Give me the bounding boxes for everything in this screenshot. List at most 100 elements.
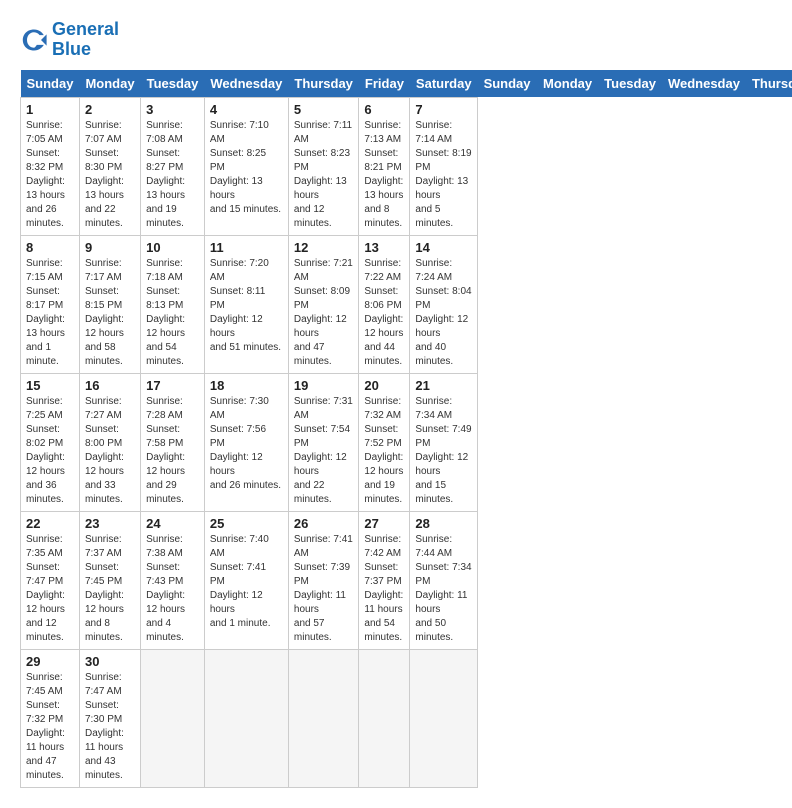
day-info: Sunrise: 7:07 AM Sunset: 8:30 PM Dayligh… xyxy=(85,119,135,231)
header-day-tuesday: Tuesday xyxy=(141,70,205,98)
day-info: Sunrise: 7:14 AM Sunset: 8:19 PM Dayligh… xyxy=(415,119,472,231)
day-number: 30 xyxy=(85,654,135,669)
day-number: 7 xyxy=(415,102,472,117)
calendar-cell: 15Sunrise: 7:25 AM Sunset: 8:02 PM Dayli… xyxy=(21,373,80,511)
day-info: Sunrise: 7:24 AM Sunset: 8:04 PM Dayligh… xyxy=(415,257,472,369)
day-info: Sunrise: 7:35 AM Sunset: 7:47 PM Dayligh… xyxy=(26,533,74,645)
calendar-cell: 10Sunrise: 7:18 AM Sunset: 8:13 PM Dayli… xyxy=(141,235,205,373)
logo-text: General Blue xyxy=(52,20,119,60)
day-info: Sunrise: 7:08 AM Sunset: 8:27 PM Dayligh… xyxy=(146,119,199,231)
calendar-cell xyxy=(410,649,478,787)
day-info: Sunrise: 7:20 AM Sunset: 8:11 PM Dayligh… xyxy=(210,257,283,355)
calendar-cell: 7 Sunrise: 7:14 AM Sunset: 8:19 PM Daylig… xyxy=(410,97,478,235)
day-info: Sunrise: 7:45 AM Sunset: 7:32 PM Dayligh… xyxy=(26,671,74,783)
calendar-cell: 26 Sunrise: 7:41 AM Sunset: 7:39 PM Dayli… xyxy=(288,511,359,649)
day-number: 19 xyxy=(294,378,354,393)
calendar-cell: 8 Sunrise: 7:15 AM Sunset: 8:17 PM Daylig… xyxy=(21,235,80,373)
day-info: Sunrise: 7:38 AM Sunset: 7:43 PM Dayligh… xyxy=(146,533,199,645)
day-number: 25 xyxy=(210,516,283,531)
day-info: Sunrise: 7:47 AM Sunset: 7:30 PM Dayligh… xyxy=(85,671,135,783)
day-number: 5 xyxy=(294,102,354,117)
week-row-5: 29 Sunrise: 7:45 AM Sunset: 7:32 PM Dayli… xyxy=(21,649,792,787)
calendar-cell: 13Sunrise: 7:22 AM Sunset: 8:06 PM Dayli… xyxy=(359,235,410,373)
header-day-sunday: Sunday xyxy=(478,70,537,98)
day-info: Sunrise: 7:27 AM Sunset: 8:00 PM Dayligh… xyxy=(85,395,135,507)
header-day-tuesday: Tuesday xyxy=(598,70,662,98)
calendar-cell: 12Sunrise: 7:21 AM Sunset: 8:09 PM Dayli… xyxy=(288,235,359,373)
calendar-cell: 24 Sunrise: 7:38 AM Sunset: 7:43 PM Dayli… xyxy=(141,511,205,649)
header-day-wednesday: Wednesday xyxy=(204,70,288,98)
day-number: 4 xyxy=(210,102,283,117)
calendar-cell: 18Sunrise: 7:30 AM Sunset: 7:56 PM Dayli… xyxy=(204,373,288,511)
day-number: 18 xyxy=(210,378,283,393)
day-number: 28 xyxy=(415,516,472,531)
day-number: 22 xyxy=(26,516,74,531)
day-info: Sunrise: 7:44 AM Sunset: 7:34 PM Dayligh… xyxy=(415,533,472,645)
week-row-1: 1Sunrise: 7:05 AM Sunset: 8:32 PM Daylig… xyxy=(21,97,792,235)
day-info: Sunrise: 7:40 AM Sunset: 7:41 PM Dayligh… xyxy=(210,533,283,631)
day-number: 27 xyxy=(364,516,404,531)
calendar-cell: 2 Sunrise: 7:07 AM Sunset: 8:30 PM Daylig… xyxy=(79,97,140,235)
day-info: Sunrise: 7:18 AM Sunset: 8:13 PM Dayligh… xyxy=(146,257,199,369)
calendar-cell xyxy=(359,649,410,787)
day-number: 3 xyxy=(146,102,199,117)
calendar-cell: 22 Sunrise: 7:35 AM Sunset: 7:47 PM Dayli… xyxy=(21,511,80,649)
day-info: Sunrise: 7:15 AM Sunset: 8:17 PM Dayligh… xyxy=(26,257,74,369)
day-info: Sunrise: 7:21 AM Sunset: 8:09 PM Dayligh… xyxy=(294,257,354,369)
day-info: Sunrise: 7:31 AM Sunset: 7:54 PM Dayligh… xyxy=(294,395,354,507)
day-number: 26 xyxy=(294,516,354,531)
day-number: 23 xyxy=(85,516,135,531)
logo: General Blue xyxy=(20,20,119,60)
day-info: Sunrise: 7:11 AM Sunset: 8:23 PM Dayligh… xyxy=(294,119,354,231)
day-info: Sunrise: 7:37 AM Sunset: 7:45 PM Dayligh… xyxy=(85,533,135,645)
calendar-cell: 27 Sunrise: 7:42 AM Sunset: 7:37 PM Dayli… xyxy=(359,511,410,649)
page-header: General Blue xyxy=(20,20,772,60)
calendar-cell: 5 Sunrise: 7:11 AM Sunset: 8:23 PM Daylig… xyxy=(288,97,359,235)
calendar-cell: 9Sunrise: 7:17 AM Sunset: 8:15 PM Daylig… xyxy=(79,235,140,373)
day-number: 24 xyxy=(146,516,199,531)
header-day-monday: Monday xyxy=(79,70,140,98)
day-number: 6 xyxy=(364,102,404,117)
calendar-cell: 25 Sunrise: 7:40 AM Sunset: 7:41 PM Dayli… xyxy=(204,511,288,649)
calendar-cell: 1Sunrise: 7:05 AM Sunset: 8:32 PM Daylig… xyxy=(21,97,80,235)
calendar-cell: 21Sunrise: 7:34 AM Sunset: 7:49 PM Dayli… xyxy=(410,373,478,511)
day-info: Sunrise: 7:28 AM Sunset: 7:58 PM Dayligh… xyxy=(146,395,199,507)
week-row-4: 22 Sunrise: 7:35 AM Sunset: 7:47 PM Dayli… xyxy=(21,511,792,649)
day-info: Sunrise: 7:34 AM Sunset: 7:49 PM Dayligh… xyxy=(415,395,472,507)
day-info: Sunrise: 7:42 AM Sunset: 7:37 PM Dayligh… xyxy=(364,533,404,645)
calendar-cell: 29 Sunrise: 7:45 AM Sunset: 7:32 PM Dayli… xyxy=(21,649,80,787)
day-info: Sunrise: 7:41 AM Sunset: 7:39 PM Dayligh… xyxy=(294,533,354,645)
calendar-cell: 6 Sunrise: 7:13 AM Sunset: 8:21 PM Daylig… xyxy=(359,97,410,235)
week-row-3: 15Sunrise: 7:25 AM Sunset: 8:02 PM Dayli… xyxy=(21,373,792,511)
week-row-2: 8 Sunrise: 7:15 AM Sunset: 8:17 PM Daylig… xyxy=(21,235,792,373)
calendar-cell: 16 Sunrise: 7:27 AM Sunset: 8:00 PM Dayli… xyxy=(79,373,140,511)
calendar-cell: 19 Sunrise: 7:31 AM Sunset: 7:54 PM Dayli… xyxy=(288,373,359,511)
calendar-cell xyxy=(288,649,359,787)
calendar-cell: 3 Sunrise: 7:08 AM Sunset: 8:27 PM Daylig… xyxy=(141,97,205,235)
calendar-cell: 28 Sunrise: 7:44 AM Sunset: 7:34 PM Dayli… xyxy=(410,511,478,649)
day-number: 8 xyxy=(26,240,74,255)
header-day-wednesday: Wednesday xyxy=(662,70,746,98)
header-row: SundayMondayTuesdayWednesdayThursdayFrid… xyxy=(21,70,792,98)
calendar-cell: 14Sunrise: 7:24 AM Sunset: 8:04 PM Dayli… xyxy=(410,235,478,373)
day-number: 29 xyxy=(26,654,74,669)
day-number: 11 xyxy=(210,240,283,255)
calendar-cell: 23 Sunrise: 7:37 AM Sunset: 7:45 PM Dayli… xyxy=(79,511,140,649)
day-info: Sunrise: 7:13 AM Sunset: 8:21 PM Dayligh… xyxy=(364,119,404,231)
header-day-saturday: Saturday xyxy=(410,70,478,98)
calendar-cell xyxy=(204,649,288,787)
day-number: 16 xyxy=(85,378,135,393)
day-number: 20 xyxy=(364,378,404,393)
day-info: Sunrise: 7:22 AM Sunset: 8:06 PM Dayligh… xyxy=(364,257,404,369)
day-info: Sunrise: 7:05 AM Sunset: 8:32 PM Dayligh… xyxy=(26,119,74,231)
calendar-cell: 11 Sunrise: 7:20 AM Sunset: 8:11 PM Dayli… xyxy=(204,235,288,373)
calendar-cell: 17Sunrise: 7:28 AM Sunset: 7:58 PM Dayli… xyxy=(141,373,205,511)
calendar-cell: 4 Sunrise: 7:10 AM Sunset: 8:25 PM Daylig… xyxy=(204,97,288,235)
day-number: 9 xyxy=(85,240,135,255)
day-number: 2 xyxy=(85,102,135,117)
logo-icon xyxy=(20,26,48,54)
calendar-cell xyxy=(141,649,205,787)
header-day-thursday: Thursday xyxy=(288,70,359,98)
calendar-cell: 30 Sunrise: 7:47 AM Sunset: 7:30 PM Dayli… xyxy=(79,649,140,787)
day-info: Sunrise: 7:10 AM Sunset: 8:25 PM Dayligh… xyxy=(210,119,283,217)
